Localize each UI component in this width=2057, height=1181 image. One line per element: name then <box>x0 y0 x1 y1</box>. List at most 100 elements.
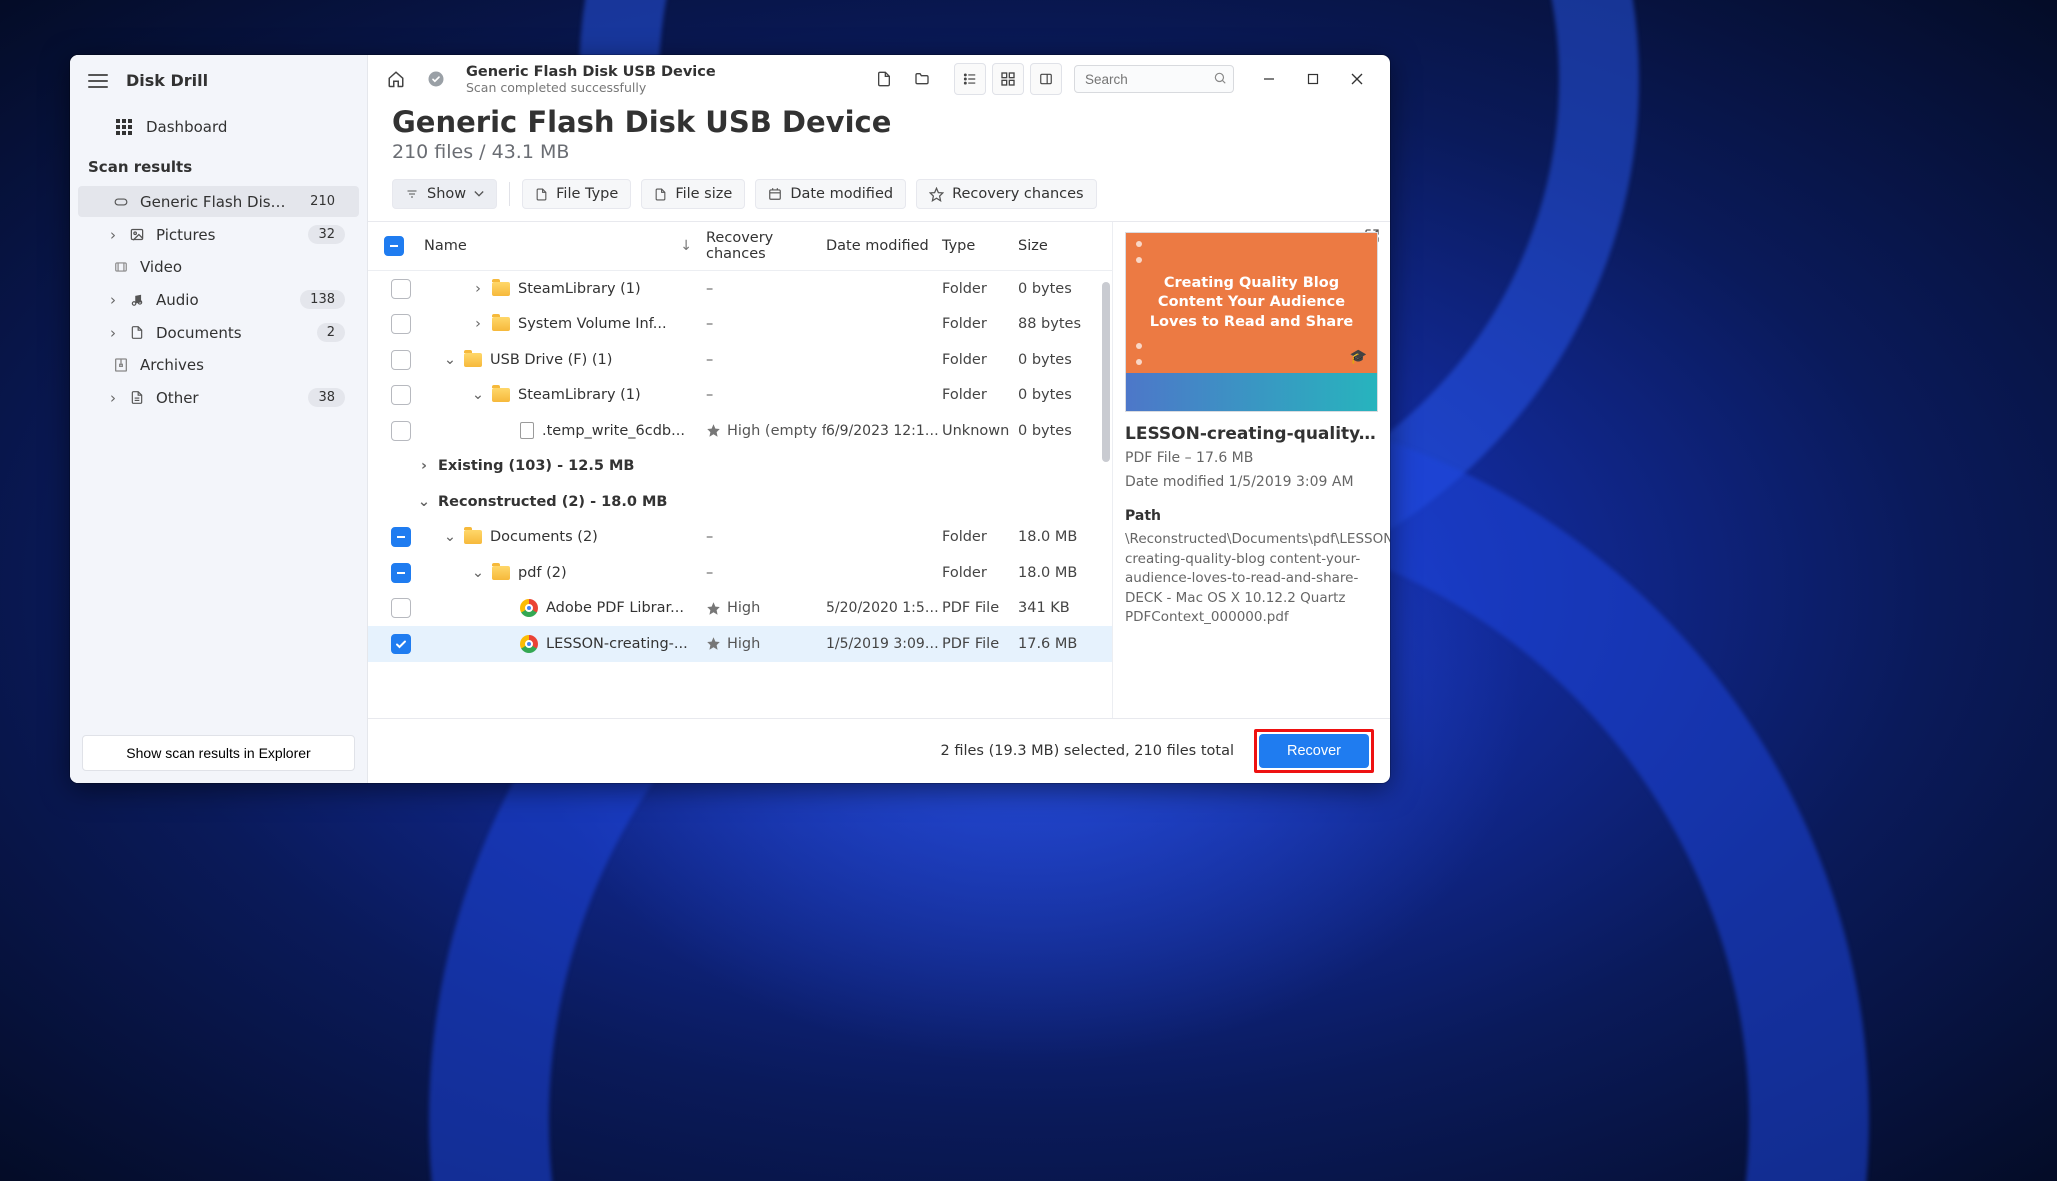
scrollbar-thumb[interactable] <box>1102 282 1110 462</box>
expand-icon[interactable]: ⌄ <box>472 565 484 581</box>
expand-icon[interactable]: ⌄ <box>472 387 484 403</box>
file-name: pdf (2) <box>518 565 567 581</box>
breadcrumb-title: Generic Flash Disk USB Device <box>466 64 856 80</box>
expand-icon[interactable]: › <box>418 458 430 474</box>
sidebar-item-documents[interactable]: ›Documents2 <box>78 317 359 348</box>
menu-icon[interactable] <box>88 74 108 88</box>
expand-icon[interactable]: ⌄ <box>418 494 430 510</box>
row-checkbox[interactable] <box>391 350 411 370</box>
chevron-right-icon: › <box>108 226 118 244</box>
sidebar-item-label: Archives <box>140 356 345 374</box>
cell-type: Folder <box>942 387 1018 403</box>
sidebar-item-audio[interactable]: ›Audio138 <box>78 284 359 315</box>
col-type[interactable]: Type <box>942 238 1018 254</box>
scan-results-header: Scan results <box>70 146 367 184</box>
other-icon <box>128 389 146 406</box>
scrollbar[interactable] <box>1102 282 1110 692</box>
sidebar: Disk Drill Dashboard Scan results Generi… <box>70 55 368 783</box>
col-size[interactable]: Size <box>1018 238 1096 254</box>
row-checkbox[interactable] <box>391 385 411 405</box>
table-row[interactable]: ⌄SteamLibrary (1)–Folder0 bytes <box>368 378 1112 414</box>
file-size-filter-button[interactable]: File size <box>641 179 745 209</box>
cell-size: 0 bytes <box>1018 387 1096 403</box>
status-check-icon <box>420 63 452 95</box>
file-icon[interactable] <box>868 63 900 95</box>
date-modified-label: Date modified <box>790 186 893 202</box>
cell-size: 0 bytes <box>1018 281 1096 297</box>
cell-size: 341 KB <box>1018 600 1096 616</box>
file-type-label: File Type <box>556 186 618 202</box>
sidebar-dashboard[interactable]: Dashboard <box>70 108 367 146</box>
list-view-icon[interactable] <box>954 63 986 95</box>
grid-view-icon[interactable] <box>992 63 1024 95</box>
filter-bar: Show File Type File size Date modified R… <box>368 165 1390 222</box>
search-box <box>1074 65 1234 93</box>
section-row[interactable]: ⌄Reconstructed (2) - 18.0 MB <box>368 484 1112 520</box>
cell-type: Folder <box>942 565 1018 581</box>
cell-recovery: High <box>706 600 826 616</box>
window-close-button[interactable] <box>1336 64 1378 94</box>
col-recovery[interactable]: Recovery chances <box>706 230 826 262</box>
recovery-chances-filter-button[interactable]: Recovery chances <box>916 179 1097 209</box>
row-checkbox[interactable] <box>391 421 411 441</box>
window-minimize-button[interactable] <box>1248 64 1290 94</box>
row-checkbox[interactable] <box>391 563 411 583</box>
window-maximize-button[interactable] <box>1292 64 1334 94</box>
row-checkbox[interactable] <box>391 527 411 547</box>
section-row[interactable]: › Existing (103) - 12.5 MB <box>368 449 1112 485</box>
footer: 2 files (19.3 MB) selected, 210 files to… <box>368 718 1390 783</box>
table-row[interactable]: ›System Volume Inf...–Folder88 bytes <box>368 307 1112 343</box>
table-row[interactable]: LESSON-creating-...High1/5/2019 3:09 AMP… <box>368 626 1112 662</box>
expand-icon[interactable]: › <box>472 316 484 332</box>
expand-icon[interactable]: › <box>472 281 484 297</box>
file-name: Adobe PDF Librar... <box>546 600 684 616</box>
cell-type: Folder <box>942 281 1018 297</box>
sidebar-item-archives[interactable]: Archives <box>78 350 359 380</box>
expand-icon[interactable]: ⌄ <box>444 352 456 368</box>
sidebar-item-label: Video <box>140 258 345 276</box>
folder-icon[interactable] <box>906 63 938 95</box>
show-in-explorer-button[interactable]: Show scan results in Explorer <box>82 735 355 771</box>
show-filter-button[interactable]: Show <box>392 179 497 209</box>
sidebar-item-other[interactable]: ›Other38 <box>78 382 359 413</box>
row-checkbox[interactable] <box>391 634 411 654</box>
archive-icon <box>112 357 130 373</box>
expand-icon[interactable]: ⌄ <box>444 529 456 545</box>
table-row[interactable]: Adobe PDF Librar... High5/20/2020 1:57 A.… <box>368 591 1112 627</box>
chevron-right-icon: › <box>108 389 118 407</box>
cell-type: PDF File <box>942 636 1018 652</box>
sidebar-item-generic-flash-disk-usb[interactable]: Generic Flash Disk USB...210 <box>78 186 359 217</box>
sidebar-item-count: 38 <box>308 388 345 407</box>
row-checkbox[interactable] <box>391 314 411 334</box>
cell-recovery: – <box>706 387 826 403</box>
show-label: Show <box>427 186 466 202</box>
recovery-chances-label: Recovery chances <box>952 186 1084 202</box>
date-modified-filter-button[interactable]: Date modified <box>755 179 906 209</box>
cell-date: 5/20/2020 1:57 A... <box>826 600 942 616</box>
split-view-icon[interactable] <box>1030 63 1062 95</box>
folder-icon <box>492 388 510 402</box>
section-label: Existing (103) - 12.5 MB <box>438 458 634 474</box>
sidebar-item-pictures[interactable]: ›Pictures32 <box>78 219 359 250</box>
table-row[interactable]: ⌄pdf (2)–Folder18.0 MB <box>368 555 1112 591</box>
col-date[interactable]: Date modified <box>826 238 942 254</box>
search-input[interactable] <box>1074 65 1234 93</box>
sort-down-icon[interactable]: ↓ <box>680 238 692 254</box>
file-type-filter-button[interactable]: File Type <box>522 179 631 209</box>
table-row[interactable]: .temp_write_6cdb...High (empty fi...6/9/… <box>368 413 1112 449</box>
preview-path-header: Path <box>1125 508 1378 524</box>
recover-button[interactable]: Recover <box>1259 734 1369 768</box>
table-row[interactable]: ›SteamLibrary (1)–Folder0 bytes <box>368 271 1112 307</box>
table-row[interactable]: ⌄Documents (2)–Folder18.0 MB <box>368 520 1112 556</box>
sidebar-item-video[interactable]: Video <box>78 252 359 282</box>
audio-icon <box>128 291 146 309</box>
col-name[interactable]: Name <box>424 238 467 254</box>
home-icon[interactable] <box>380 63 412 95</box>
select-all-checkbox[interactable] <box>384 236 404 256</box>
row-checkbox[interactable] <box>391 598 411 618</box>
row-checkbox[interactable] <box>391 279 411 299</box>
app-window: Disk Drill Dashboard Scan results Generi… <box>70 55 1390 783</box>
cell-date: 1/5/2019 3:09 AM <box>826 636 942 652</box>
table-row[interactable]: ⌄USB Drive (F) (1)–Folder0 bytes <box>368 342 1112 378</box>
chrome-icon <box>520 635 538 653</box>
